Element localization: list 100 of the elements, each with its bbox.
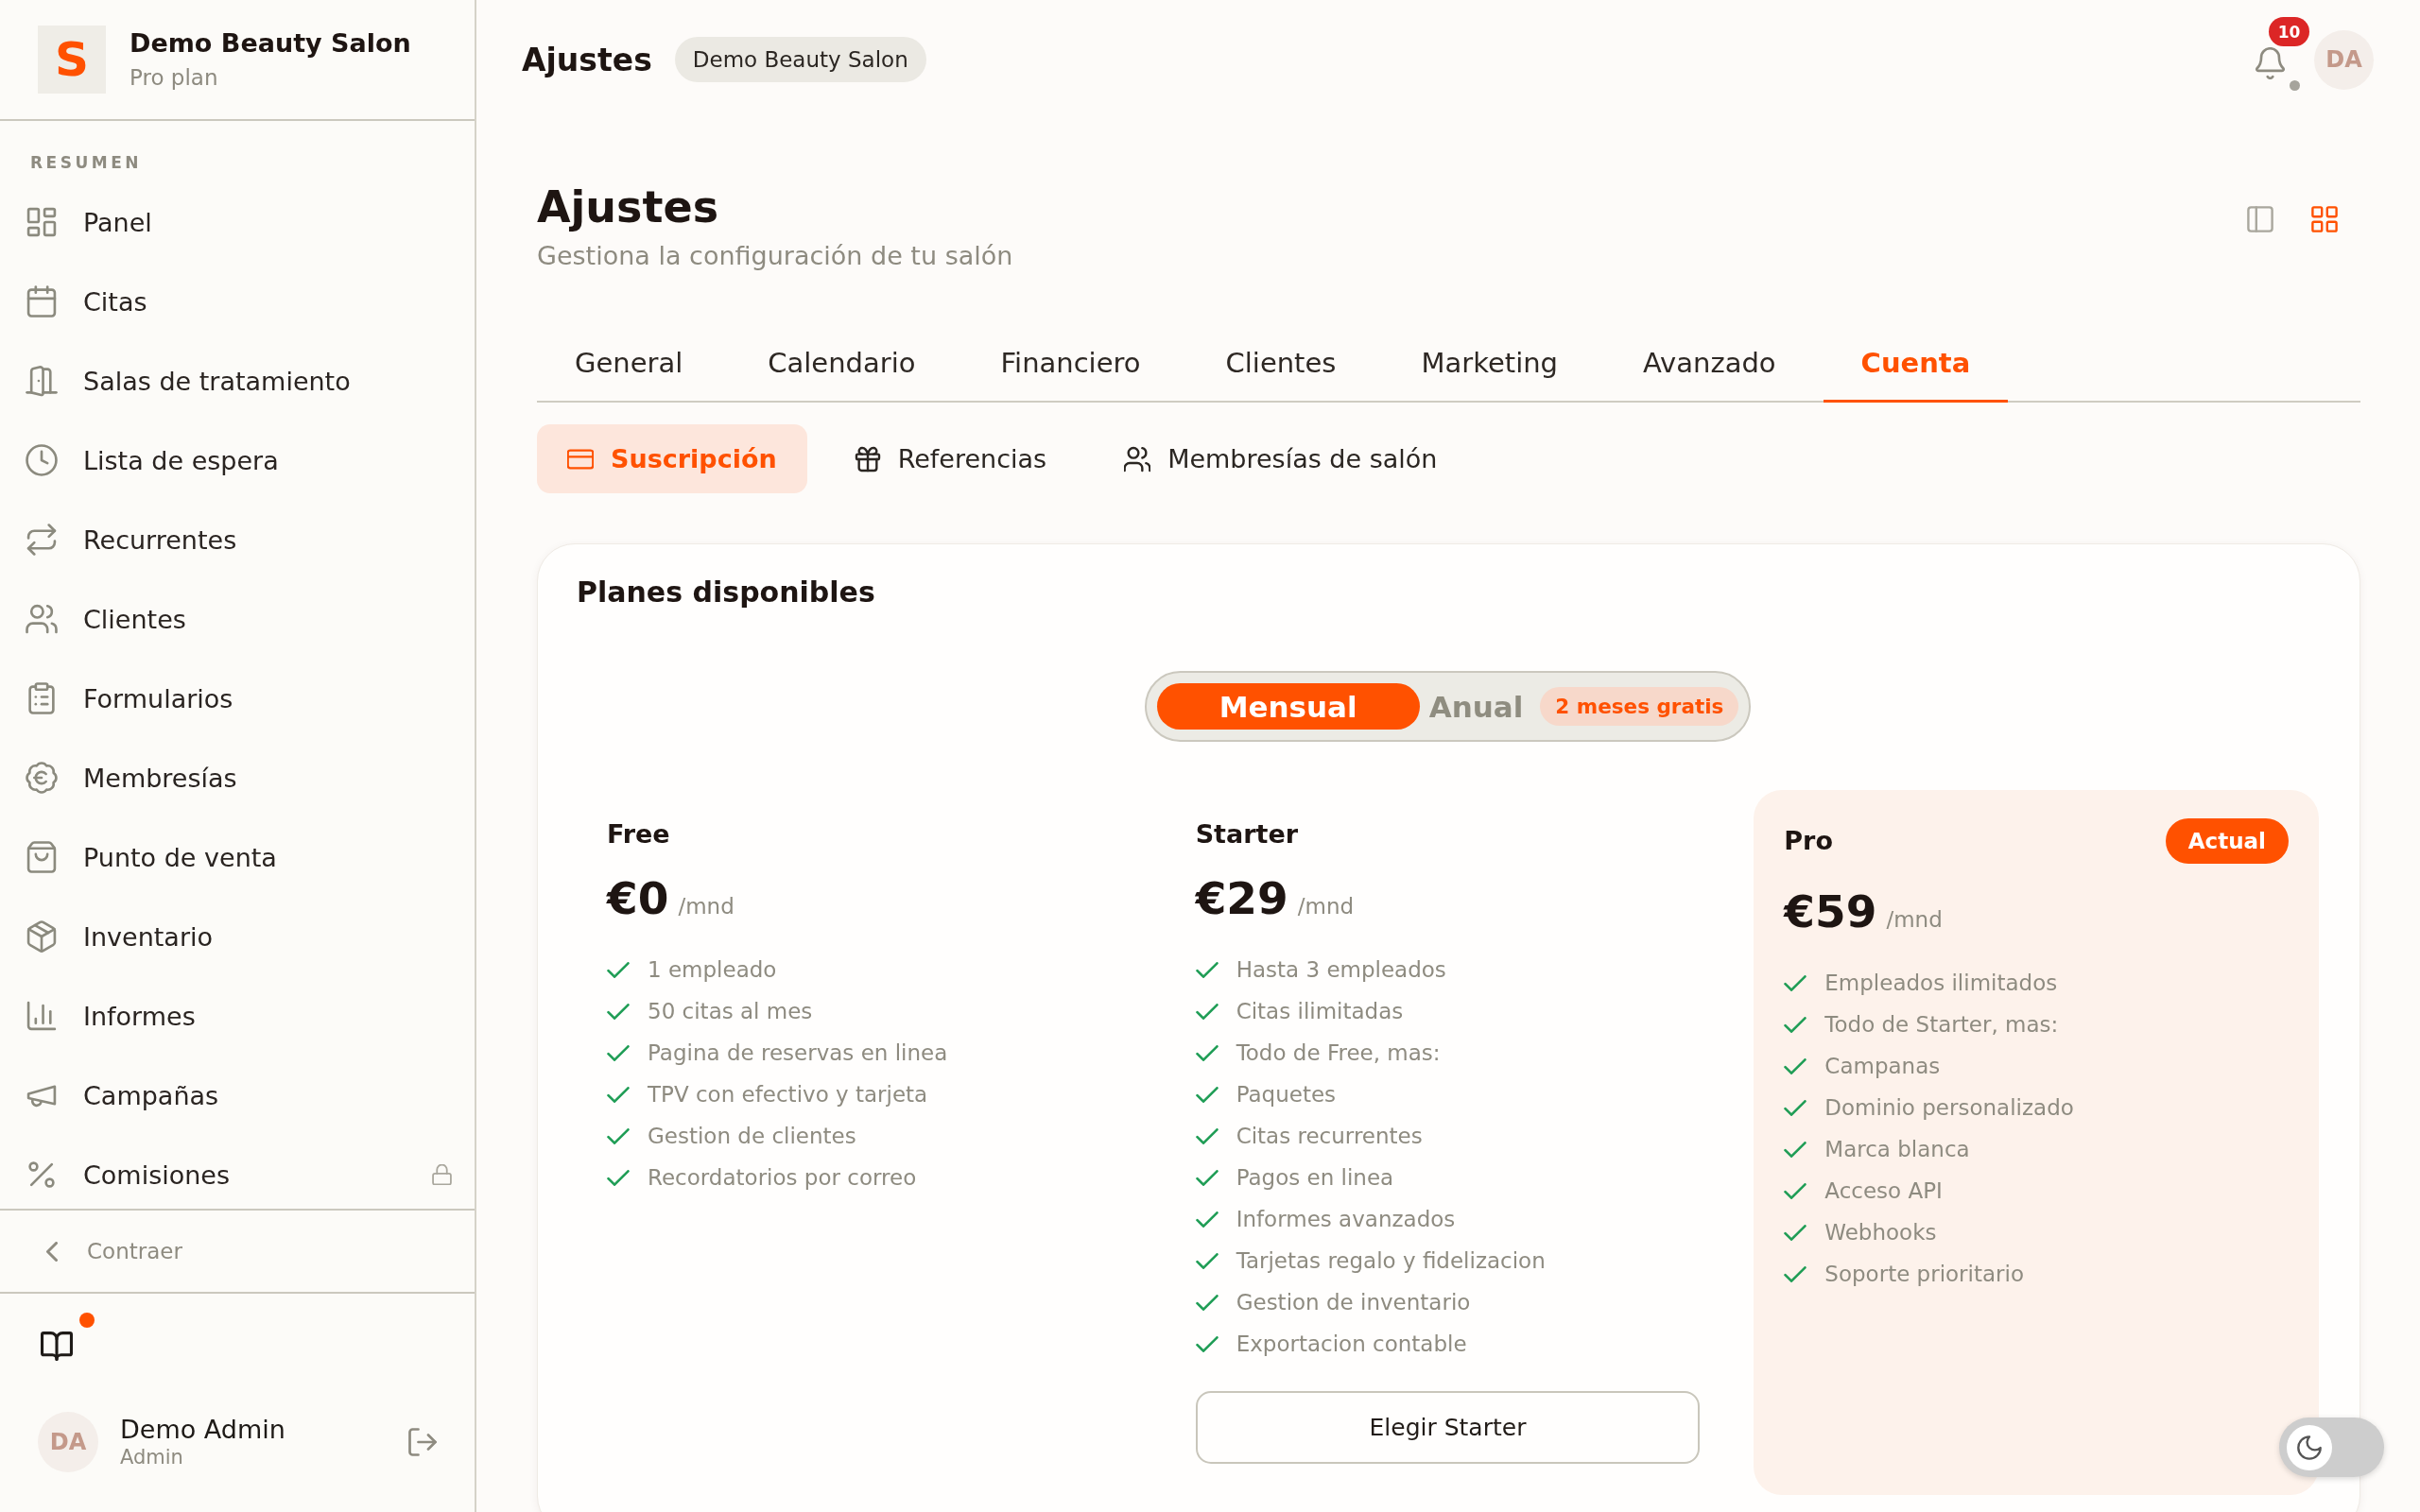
subtab[interactable]: Referencias bbox=[823, 424, 1078, 493]
check-icon bbox=[1195, 1335, 1219, 1352]
sidebar-layout-icon bbox=[2247, 206, 2273, 232]
feature-text: Tarjetas regalo y fidelizacion bbox=[1236, 1248, 1546, 1273]
check-icon bbox=[1195, 1086, 1219, 1103]
feature-text: Recordatorios por correo bbox=[648, 1165, 917, 1190]
check-icon bbox=[1195, 1169, 1219, 1186]
section-label: RESUMEN bbox=[30, 152, 142, 173]
grid-icon bbox=[2311, 206, 2338, 232]
feature-text: Campanas bbox=[1824, 1054, 1941, 1078]
feature-text: Acceso API bbox=[1824, 1178, 1943, 1203]
view-mode-button[interactable] bbox=[2311, 206, 2338, 232]
feature-text: 1 empleado bbox=[648, 957, 777, 982]
plan-price: €29 bbox=[1195, 871, 1288, 926]
nav-item[interactable]: Punto de venta bbox=[0, 823, 475, 891]
feature-text: Empleados ilimitados bbox=[1824, 971, 2058, 995]
feature-text: 50 citas al mes bbox=[648, 999, 813, 1023]
check-icon bbox=[607, 961, 630, 978]
plan-price: €59 bbox=[1784, 885, 1877, 939]
choose-plan-button[interactable]: Elegir Starter bbox=[1195, 1391, 1701, 1464]
header-title: Ajustes bbox=[522, 41, 652, 78]
moon-icon bbox=[2287, 1424, 2332, 1470]
check-icon bbox=[1784, 1182, 1807, 1199]
check-icon bbox=[1784, 1057, 1807, 1074]
box-icon bbox=[26, 920, 58, 953]
check-icon bbox=[1195, 1127, 1219, 1144]
nav-item[interactable]: Inventario bbox=[0, 902, 475, 971]
page-subtitle: Gestiona la configuración de tu salón bbox=[537, 240, 1013, 272]
dashboard-icon bbox=[26, 206, 58, 238]
nav-item[interactable]: Salas de tratamiento bbox=[0, 347, 475, 415]
check-icon bbox=[1195, 1003, 1219, 1020]
price-period: /mnd bbox=[678, 894, 735, 919]
discount-badge: 2 meses gratis bbox=[1540, 687, 1739, 726]
feature-text: Gestion de clientes bbox=[648, 1124, 856, 1148]
nav-item[interactable]: Comisiones bbox=[0, 1141, 475, 1209]
feature-text: Gestion de inventario bbox=[1236, 1290, 1471, 1314]
status-dot-icon bbox=[2290, 80, 2300, 91]
user-name: Demo Admin bbox=[120, 1415, 285, 1445]
feature-text: Soporte prioritario bbox=[1824, 1262, 2024, 1286]
current-plan-badge: Actual bbox=[2165, 818, 2289, 864]
percent-icon bbox=[26, 1159, 58, 1191]
check-icon bbox=[1195, 1252, 1219, 1269]
gift-icon bbox=[854, 445, 881, 472]
check-icon bbox=[1195, 1211, 1219, 1228]
price-period: /mnd bbox=[1297, 894, 1355, 919]
feature-text: TPV con efectivo y tarjeta bbox=[648, 1082, 928, 1107]
theme-toggle[interactable] bbox=[2279, 1418, 2384, 1477]
calendar-icon bbox=[26, 285, 58, 318]
view-mode-button[interactable] bbox=[2247, 206, 2273, 232]
nav-item[interactable]: Lista de espera bbox=[0, 426, 475, 494]
feature-text: Todo de Free, mas: bbox=[1236, 1040, 1441, 1065]
page-title: Ajustes bbox=[537, 180, 719, 233]
tab[interactable]: Marketing bbox=[1383, 325, 1596, 403]
section-title: Planes disponibles bbox=[577, 575, 875, 610]
clock-icon bbox=[26, 444, 58, 476]
logout-icon bbox=[408, 1428, 437, 1456]
feature-text: Exportacion contable bbox=[1236, 1332, 1467, 1356]
nav-item[interactable]: Clientes bbox=[0, 585, 475, 653]
feature-text: Todo de Starter, mas: bbox=[1824, 1012, 2059, 1037]
price-period: /mnd bbox=[1886, 907, 1943, 932]
nav-item[interactable]: Membresías bbox=[0, 744, 475, 812]
tab[interactable]: General bbox=[537, 325, 721, 403]
tab[interactable]: Calendario bbox=[730, 325, 954, 403]
plan-name: Starter bbox=[1195, 818, 1299, 850]
repeat-icon bbox=[26, 524, 58, 556]
door-icon bbox=[26, 365, 58, 397]
check-icon bbox=[1195, 961, 1219, 978]
nav-item[interactable]: Informes bbox=[0, 982, 475, 1050]
notification-badge: 10 bbox=[2269, 17, 2309, 46]
logout-button[interactable] bbox=[408, 1428, 437, 1456]
nav-item[interactable]: Panel bbox=[0, 188, 475, 256]
notifications-button[interactable] bbox=[2256, 47, 2285, 79]
nav-item[interactable]: Citas bbox=[0, 267, 475, 335]
book-icon bbox=[41, 1331, 73, 1361]
check-icon bbox=[607, 1003, 630, 1020]
check-icon bbox=[1784, 1224, 1807, 1241]
check-icon bbox=[1784, 1099, 1807, 1116]
feature-text: Pagina de reservas en linea bbox=[648, 1040, 948, 1065]
docs-button[interactable] bbox=[41, 1330, 73, 1362]
feature-text: Informes avanzados bbox=[1236, 1207, 1456, 1231]
feature-text: Pagos en linea bbox=[1236, 1165, 1394, 1190]
check-icon bbox=[1195, 1044, 1219, 1061]
check-icon bbox=[1784, 1265, 1807, 1282]
chevron-left-icon bbox=[46, 1241, 58, 1262]
tab[interactable]: Financiero bbox=[962, 325, 1179, 403]
nav-item[interactable]: Formularios bbox=[0, 664, 475, 732]
user-avatar: DA bbox=[38, 1412, 98, 1472]
bar-chart-icon bbox=[26, 1000, 58, 1032]
feature-text: Marca blanca bbox=[1824, 1137, 1970, 1161]
check-icon bbox=[1784, 1016, 1807, 1033]
nav-item[interactable]: Recurrentes bbox=[0, 506, 475, 574]
bell-icon bbox=[2256, 47, 2285, 79]
euro-badge-icon bbox=[26, 762, 58, 794]
feature-text: Hasta 3 empleados bbox=[1236, 957, 1446, 982]
nav-item[interactable]: Campañas bbox=[0, 1061, 475, 1129]
subtab[interactable]: Membresías de salón bbox=[1094, 424, 1468, 493]
clipboard-icon bbox=[26, 682, 58, 714]
tab[interactable]: Clientes bbox=[1187, 325, 1374, 403]
feature-text: Paquetes bbox=[1236, 1082, 1337, 1107]
tab[interactable]: Avanzado bbox=[1605, 325, 1814, 403]
